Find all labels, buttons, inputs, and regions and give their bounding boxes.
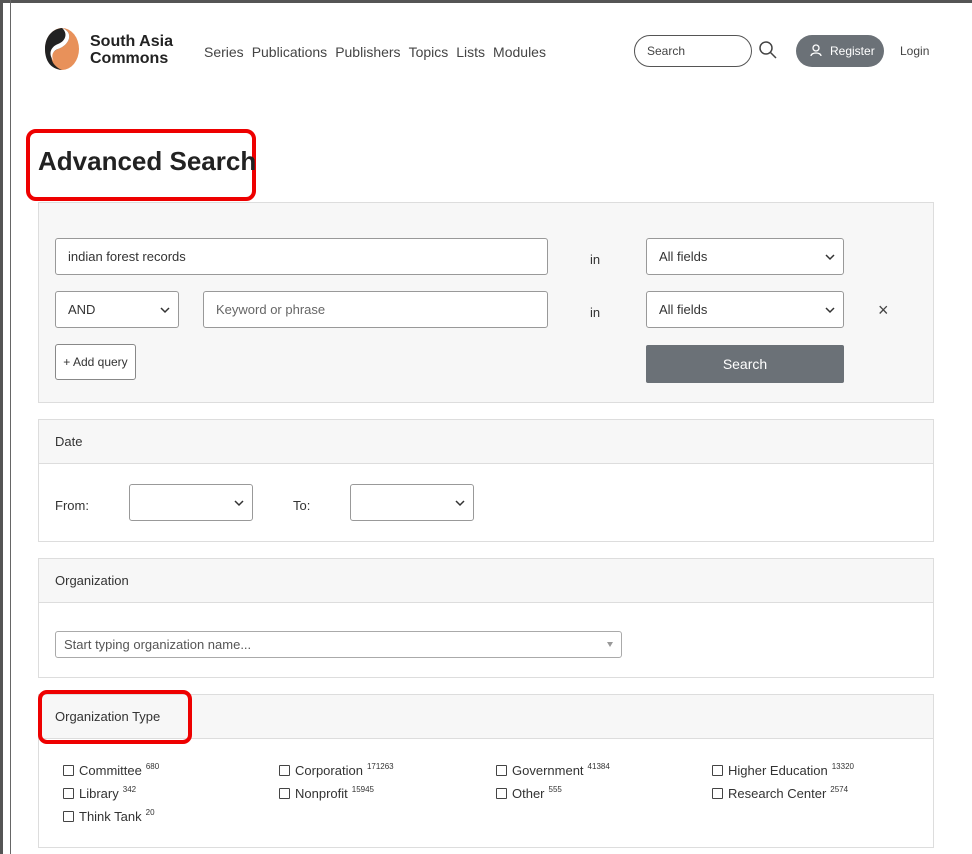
- checkbox-icon: [712, 788, 723, 799]
- org-type-label: Other: [512, 786, 545, 801]
- checkbox-icon: [63, 788, 74, 799]
- org-type-higher-education-checkbox[interactable]: Higher Education 13320: [712, 762, 854, 778]
- add-query-button[interactable]: + Add query: [55, 344, 136, 380]
- organization-input[interactable]: Start typing organization name...: [55, 631, 622, 658]
- in-label-2: in: [590, 305, 601, 320]
- org-type-government-checkbox[interactable]: Government 41384: [496, 762, 610, 778]
- checkbox-icon: [279, 788, 290, 799]
- org-type-label: Corporation: [295, 763, 363, 778]
- org-type-count: 20: [145, 808, 155, 817]
- nav-lists[interactable]: Lists: [456, 44, 485, 60]
- org-type-research-center-checkbox[interactable]: Research Center 2574: [712, 785, 849, 801]
- checkbox-icon: [496, 765, 507, 776]
- from-date-select[interactable]: [129, 484, 253, 521]
- page-title: Advanced Search: [38, 146, 257, 176]
- organization-panel: Organization Start typing organization n…: [38, 558, 934, 678]
- org-type-count: 41384: [587, 762, 610, 771]
- brand-line-2: Commons: [90, 50, 169, 67]
- login-link[interactable]: Login: [900, 44, 929, 58]
- field-select-2[interactable]: All fields: [646, 291, 844, 328]
- organization-placeholder: Start typing organization name...: [64, 637, 252, 652]
- main-nav: Series Publications Publishers Topics Li…: [204, 44, 546, 60]
- chevron-down-icon: [160, 307, 170, 314]
- operator-select[interactable]: AND: [55, 291, 179, 328]
- org-type-count: 2574: [830, 785, 849, 794]
- to-date-select[interactable]: [350, 484, 474, 521]
- register-button[interactable]: Register: [796, 35, 884, 67]
- from-label: From:: [55, 498, 89, 513]
- org-type-count: 555: [548, 785, 562, 794]
- checkbox-icon: [279, 765, 290, 776]
- org-type-label: Nonprofit: [295, 786, 348, 801]
- operator-select-value: AND: [68, 302, 96, 317]
- search-button[interactable]: Search: [646, 345, 844, 383]
- org-type-count: 13320: [831, 762, 854, 771]
- nav-topics[interactable]: Topics: [409, 44, 449, 60]
- south-asia-commons-logo-icon[interactable]: [44, 27, 80, 71]
- query-keyword-input-1[interactable]: indian forest records: [55, 238, 548, 275]
- in-label-1: in: [590, 252, 601, 267]
- org-type-nonprofit-checkbox[interactable]: Nonprofit 15945: [279, 785, 374, 801]
- query-keyword-input-2[interactable]: Keyword or phrase: [203, 291, 548, 328]
- org-type-think-tank-checkbox[interactable]: Think Tank 20: [63, 808, 155, 824]
- to-label: To:: [293, 498, 311, 513]
- org-type-other-checkbox[interactable]: Other 555: [496, 785, 562, 801]
- org-type-count: 680: [145, 762, 160, 771]
- org-type-label: Higher Education: [728, 763, 828, 778]
- date-panel: Date From: To:: [38, 419, 934, 542]
- checkbox-icon: [63, 765, 74, 776]
- org-type-label: Library: [79, 786, 119, 801]
- org-type-label: Committee: [79, 763, 142, 778]
- register-label: Register: [830, 44, 875, 58]
- organization-type-highlight-box: [38, 690, 192, 744]
- header-search-input[interactable]: Search: [634, 35, 752, 67]
- nav-publications[interactable]: Publications: [252, 44, 328, 60]
- query-panel: indian forest records in All fields AND …: [38, 202, 934, 403]
- field-select-1-value: All fields: [659, 249, 708, 264]
- organization-heading: Organization: [39, 559, 933, 603]
- checkbox-icon: [712, 765, 723, 776]
- org-type-label: Research Center: [728, 786, 827, 801]
- org-type-count: 342: [122, 785, 137, 794]
- user-icon: [810, 44, 822, 57]
- org-type-count: 171263: [366, 762, 394, 771]
- org-type-count: 15945: [351, 785, 374, 794]
- chevron-down-icon: [825, 307, 835, 314]
- remove-query-icon[interactable]: ×: [878, 300, 889, 321]
- organization-type-panel: Organization Type Committee 680 Corporat…: [38, 690, 934, 848]
- org-type-committee-checkbox[interactable]: Committee 680: [63, 762, 160, 778]
- field-select-1[interactable]: All fields: [646, 238, 844, 275]
- org-type-library-checkbox[interactable]: Library 342: [63, 785, 137, 801]
- checkbox-icon: [496, 788, 507, 799]
- org-type-corporation-checkbox[interactable]: Corporation 171263: [279, 762, 394, 778]
- date-heading: Date: [39, 420, 933, 464]
- chevron-down-icon: [234, 500, 244, 507]
- nav-publishers[interactable]: Publishers: [335, 44, 400, 60]
- window-edge: [10, 0, 11, 854]
- nav-series[interactable]: Series: [204, 44, 244, 60]
- chevron-down-icon: [455, 500, 465, 507]
- nav-modules[interactable]: Modules: [493, 44, 546, 60]
- caret-down-icon: [607, 642, 613, 647]
- org-type-label: Think Tank: [79, 809, 142, 824]
- org-type-label: Government: [512, 763, 584, 778]
- field-select-2-value: All fields: [659, 302, 708, 317]
- brand-line-1: South Asia: [90, 33, 173, 50]
- search-icon[interactable]: [758, 40, 778, 60]
- chevron-down-icon: [825, 254, 835, 261]
- brand-name[interactable]: South Asia Commons: [90, 33, 173, 67]
- checkbox-icon: [63, 811, 74, 822]
